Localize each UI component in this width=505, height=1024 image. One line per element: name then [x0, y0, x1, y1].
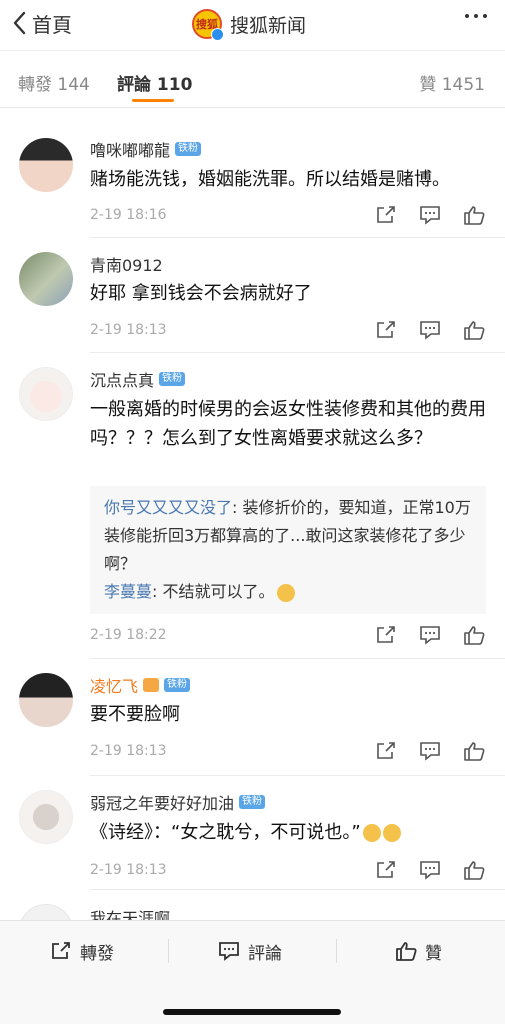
account-header[interactable]: 搜狐 搜狐新闻	[192, 6, 306, 42]
share-icon[interactable]	[375, 205, 397, 225]
comment-time: 2-19 18:16	[90, 207, 167, 223]
comment-text: 赌场能洗钱，婚姻能洗罪。所以结婚是赌博。	[90, 169, 450, 190]
reply-author[interactable]: 李蔓蔓	[104, 582, 152, 601]
avatar[interactable]	[19, 904, 73, 920]
top-nav-bar: 首頁 搜狐 搜狐新闻	[0, 0, 505, 48]
comment-time: 2-19 18:13	[90, 743, 167, 759]
like-icon[interactable]	[463, 860, 485, 880]
reply-author[interactable]: 你号又又又又没了	[104, 498, 232, 517]
tab-comments[interactable]: 評論 110	[117, 70, 192, 95]
fan-badge: 铁粉	[164, 678, 191, 692]
comment-text: 要不要脸啊	[90, 704, 180, 725]
repost-label: 轉發	[80, 943, 114, 964]
fan-badge: 铁粉	[175, 142, 202, 156]
verified-badge-icon	[211, 28, 224, 41]
reply-text: : 不结就可以了。	[152, 582, 275, 601]
commenter-name[interactable]: 沉点点真	[90, 367, 154, 391]
comment-button[interactable]: 評論	[218, 937, 282, 965]
fan-badge: 铁粉	[239, 795, 266, 809]
share-icon[interactable]	[375, 741, 397, 761]
more-options-icon[interactable]	[465, 14, 487, 18]
comment-icon[interactable]	[419, 320, 441, 340]
reply-item: 李蔓蔓: 不结就可以了。	[104, 578, 472, 606]
like-icon[interactable]	[463, 741, 485, 761]
comment-label: 評論	[248, 943, 282, 964]
tab-reposts[interactable]: 轉發 144	[18, 70, 90, 95]
commenter-name[interactable]: 弱冠之年要好好加油	[90, 790, 234, 814]
comment-item: 噜咪嘟嘟龍 铁粉 赌场能洗钱，婚姻能洗罪。所以结婚是赌博。 2-19 18:16	[0, 108, 505, 238]
home-indicator[interactable]	[163, 1009, 341, 1015]
chevron-left-icon	[13, 11, 26, 35]
share-icon[interactable]	[375, 625, 397, 645]
like-icon	[396, 942, 417, 961]
commenter-name[interactable]: 凌忆飞	[90, 673, 138, 697]
reply-preview[interactable]: 你号又又又又没了: 装修折价的，要知道，正常10万装修能折回3万都算高的了...…	[90, 486, 486, 614]
member-crown-icon	[143, 678, 160, 692]
comment-item: 青南0912 好耶 拿到钱会不会病就好了 2-19 18:13	[0, 238, 505, 353]
divider	[168, 939, 169, 963]
share-icon[interactable]	[375, 320, 397, 340]
comment-text-content: 《诗经》：“女之耽兮，不可说也。”	[90, 822, 361, 843]
tab-likes[interactable]: 贊 1451	[419, 70, 485, 95]
comment-text: 《诗经》：“女之耽兮，不可说也。”	[90, 818, 490, 847]
comment-time: 2-19 18:13	[90, 322, 167, 338]
comment-time: 2-19 18:13	[90, 862, 167, 878]
like-icon[interactable]	[463, 205, 485, 225]
comment-list[interactable]: 噜咪嘟嘟龍 铁粉 赌场能洗钱，婚姻能洗罪。所以结婚是赌博。 2-19 18:16…	[0, 108, 505, 920]
doge-emoji-icon	[362, 824, 381, 842]
comment-item: 弱冠之年要好好加油 铁粉 《诗经》：“女之耽兮，不可说也。” 2-19 18:1…	[0, 776, 505, 890]
interaction-tabs: 轉發 144 評論 110 贊 1451	[0, 50, 505, 108]
fan-badge: 铁粉	[159, 372, 186, 386]
back-label: 首頁	[32, 12, 72, 37]
like-label: 贊	[425, 943, 442, 964]
like-icon[interactable]	[463, 320, 485, 340]
share-icon[interactable]	[375, 860, 397, 880]
avatar[interactable]	[19, 367, 73, 421]
comment-icon[interactable]	[419, 205, 441, 225]
emoji-icon	[276, 583, 295, 602]
bottom-action-bar: 轉發 評論 贊	[0, 920, 505, 1024]
account-title: 搜狐新闻	[230, 14, 307, 37]
comment-time: 2-19 18:22	[90, 627, 167, 643]
comment-text: 一般离婚的时候男的会返女性装修费和其他的费用吗？？？怎么到了女性离婚要求就这么多…	[90, 399, 486, 449]
like-icon[interactable]	[463, 625, 485, 645]
avatar[interactable]	[19, 673, 73, 727]
comment-item: 凌忆飞 铁粉 要不要脸啊 2-19 18:13	[0, 659, 505, 776]
commenter-name[interactable]: 我在天涯啊	[90, 905, 170, 920]
back-button[interactable]: 首頁	[12, 8, 72, 38]
sohu-logo-avatar: 搜狐	[192, 9, 224, 41]
divider	[336, 939, 337, 963]
comment-icon	[219, 942, 239, 961]
repost-button[interactable]: 轉發	[50, 937, 114, 965]
comment-item: 沉点点真 铁粉 一般离婚的时候男的会返女性装修费和其他的费用吗？？？怎么到了女性…	[0, 353, 505, 659]
commenter-name[interactable]: 青南0912	[90, 252, 163, 276]
like-button[interactable]: 贊	[395, 937, 442, 965]
avatar[interactable]	[19, 790, 73, 844]
comment-icon[interactable]	[419, 741, 441, 761]
avatar[interactable]	[19, 252, 73, 306]
comment-item: 我在天涯啊	[0, 890, 505, 920]
commenter-name[interactable]: 噜咪嘟嘟龍	[90, 137, 170, 161]
avatar[interactable]	[19, 138, 73, 192]
comment-text: 好耶 拿到钱会不会病就好了	[90, 283, 312, 304]
doge-emoji-icon	[382, 824, 401, 842]
share-icon	[52, 942, 70, 959]
active-tab-indicator	[132, 99, 174, 102]
comment-icon[interactable]	[419, 625, 441, 645]
comment-icon[interactable]	[419, 860, 441, 880]
reply-item: 你号又又又又没了: 装修折价的，要知道，正常10万装修能折回3万都算高的了...…	[104, 494, 472, 578]
